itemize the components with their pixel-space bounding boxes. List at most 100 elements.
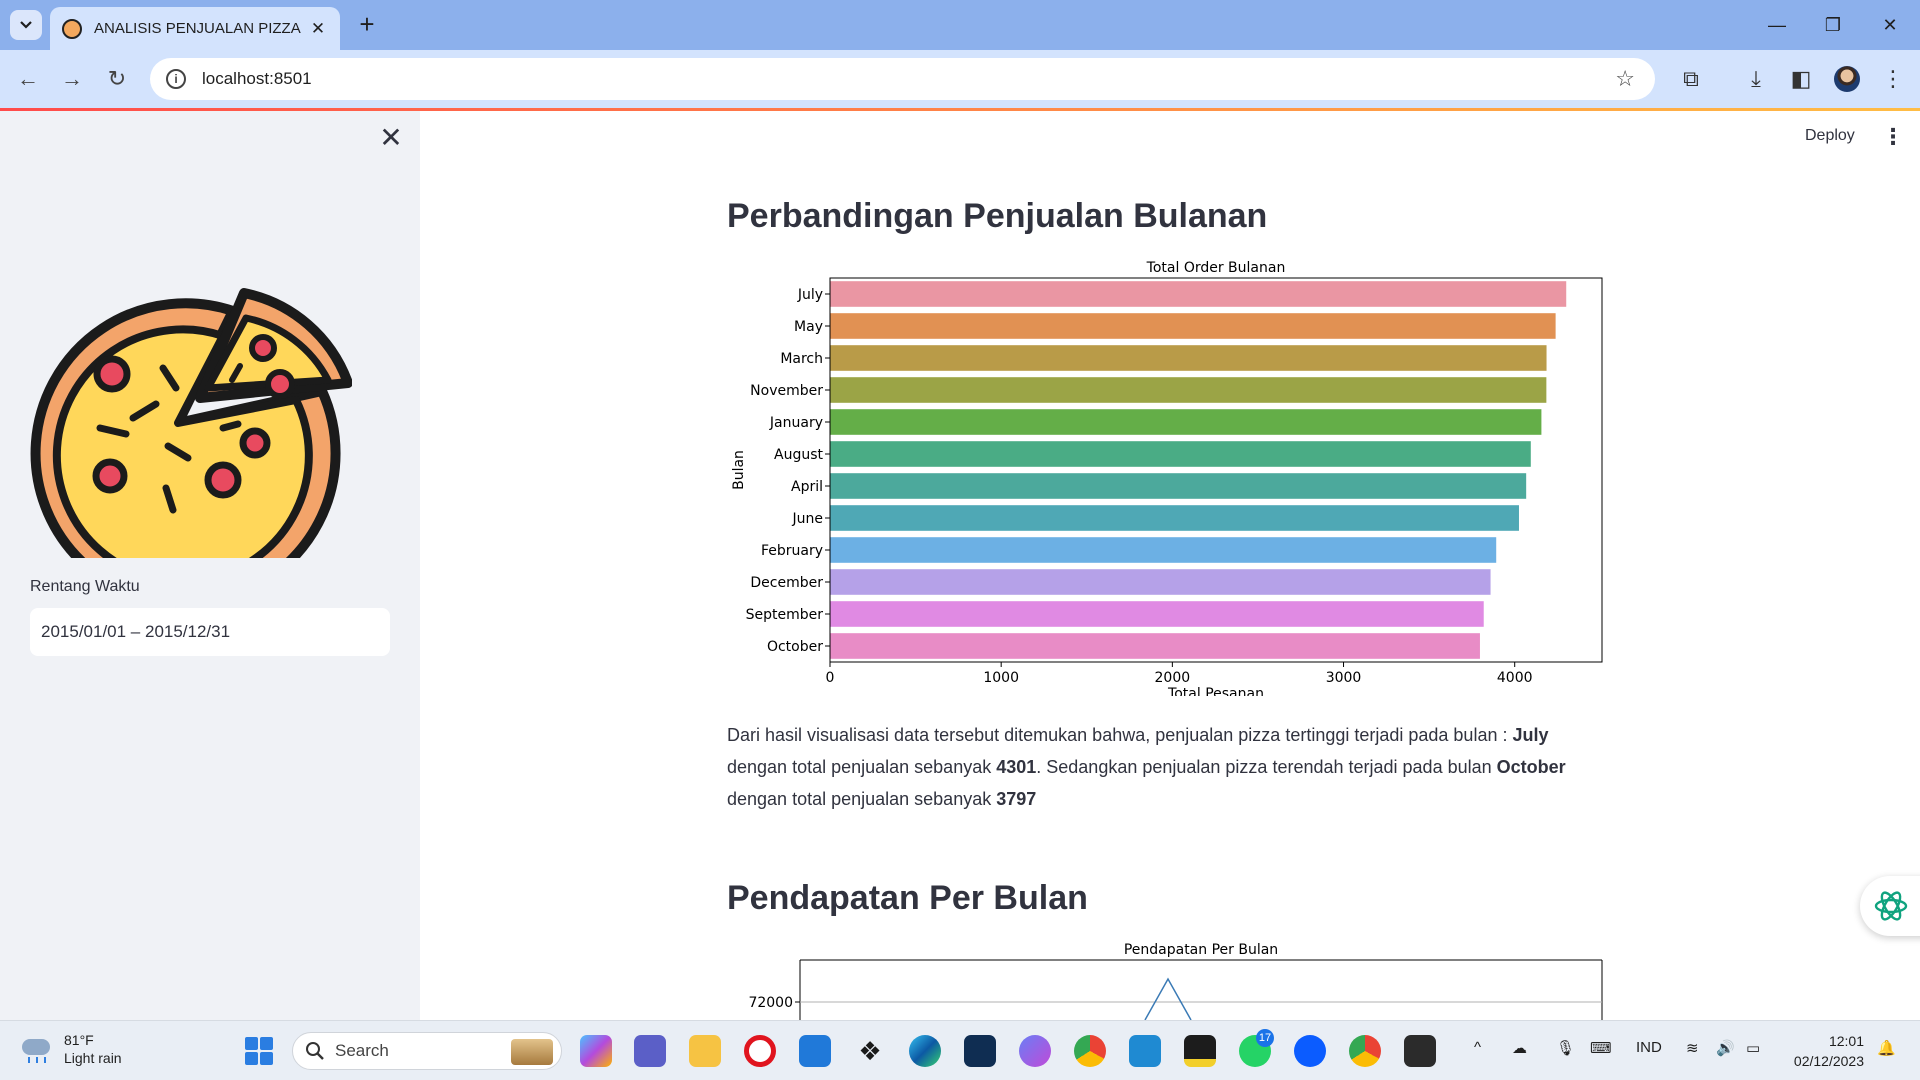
bookmark-star-icon[interactable]: ☆ xyxy=(1615,66,1635,92)
pizza-favicon-icon xyxy=(62,18,82,39)
store-icon[interactable] xyxy=(964,1035,996,1067)
ai-assistant-icon xyxy=(1874,891,1908,921)
y-tick-label: October xyxy=(767,639,823,655)
y-tick-label: May xyxy=(794,319,823,335)
monthly-orders-chart: Total Order Bulanan July May March November J… xyxy=(731,260,1603,696)
teams-icon[interactable] xyxy=(634,1035,666,1067)
tab-search-button[interactable] xyxy=(10,10,42,40)
bar-january xyxy=(830,409,1542,435)
dropbox-icon[interactable]: ❖ xyxy=(854,1035,886,1067)
reload-icon[interactable]: ↻ xyxy=(100,62,134,96)
x-tick-label: 0 xyxy=(826,670,835,686)
bar-october xyxy=(830,633,1480,659)
y-tick-label: 72000 xyxy=(748,995,793,1011)
terminal-icon[interactable] xyxy=(1404,1035,1436,1067)
url-text: localhost:8501 xyxy=(202,69,312,88)
chrome-active-icon[interactable] xyxy=(1349,1035,1381,1067)
sidebar: ✕ Rentang Waktu 2015/01/01 – 2015/12/31 xyxy=(0,111,420,1020)
summary-text-4: dengan total penjualan sebanyak xyxy=(727,789,997,809)
edge-icon[interactable] xyxy=(909,1035,941,1067)
back-icon[interactable]: ← xyxy=(11,62,45,96)
windows-start-icon[interactable] xyxy=(245,1037,273,1065)
browser-tab[interactable]: ANALISIS PENJUALAN PIZZA ✕ xyxy=(50,7,340,50)
y-tick-label: March xyxy=(780,351,823,367)
summary-highest-value: 4301 xyxy=(996,757,1037,777)
search-icon xyxy=(306,1042,324,1060)
profile-avatar[interactable] xyxy=(1834,66,1860,92)
browser-menu-icon[interactable]: ⋮ xyxy=(1876,62,1910,96)
sidebar-close-icon[interactable]: ✕ xyxy=(378,124,404,152)
copilot-icon[interactable] xyxy=(580,1035,612,1067)
forward-icon[interactable]: → xyxy=(55,62,89,96)
x-tick-label: 1000 xyxy=(983,670,1019,686)
weather-desc: Light rain xyxy=(64,1050,122,1066)
whatsapp-badge: 17 xyxy=(1256,1029,1274,1047)
site-info-icon[interactable]: i xyxy=(166,69,186,89)
y-tick-label: June xyxy=(792,511,824,527)
address-bar[interactable]: i localhost:8501 ☆ xyxy=(150,58,1655,100)
vscode-icon[interactable] xyxy=(1129,1035,1161,1067)
clock[interactable]: 12:01 02/12/2023 xyxy=(1784,1031,1864,1071)
monthly-revenue-chart: Pendapatan Per Bulan 72000 xyxy=(748,942,1603,1020)
date-range-input[interactable]: 2015/01/01 – 2015/12/31 xyxy=(30,608,390,656)
app-icon[interactable] xyxy=(1019,1035,1051,1067)
x-axis-label: Total Pesanan xyxy=(1167,686,1264,696)
battery-icon[interactable]: ▭ xyxy=(1746,1039,1760,1057)
app-menu-icon[interactable]: ⋮ xyxy=(1882,124,1904,150)
zoom-icon[interactable] xyxy=(1294,1035,1326,1067)
clock-date: 02/12/2023 xyxy=(1793,1053,1864,1069)
x-tick-label: 3000 xyxy=(1326,670,1362,686)
side-panel-icon[interactable]: ◧ xyxy=(1784,62,1818,96)
assistant-button[interactable] xyxy=(1860,876,1920,936)
wifi-icon[interactable]: ≋ xyxy=(1686,1039,1699,1057)
new-tab-button[interactable]: + xyxy=(352,10,382,40)
y-tick-label: February xyxy=(761,543,823,559)
revenue-line xyxy=(1144,977,1192,1020)
restore-icon[interactable]: ❐ xyxy=(1813,10,1853,40)
y-tick-label: August xyxy=(774,447,824,463)
y-axis-label: Bulan xyxy=(731,450,747,490)
bar-may xyxy=(830,313,1556,339)
window-close-icon[interactable]: ✕ xyxy=(1870,10,1910,40)
opera-icon[interactable] xyxy=(744,1035,776,1067)
tray-overflow-icon[interactable]: ^ xyxy=(1474,1039,1481,1056)
bar-june xyxy=(830,505,1519,531)
bar-december xyxy=(830,569,1491,595)
browser-toolbar: ← → ↻ i localhost:8501 ☆ ⧉ ⤓ ◧ ⋮ xyxy=(0,50,1920,108)
bar-july xyxy=(830,281,1567,307)
windows-taskbar: 81°F Light rain Search ❖ 17 ^ ☁ 🎙 ⌨ IND … xyxy=(0,1020,1920,1080)
tab-title: ANALISIS PENJUALAN PIZZA xyxy=(94,20,301,37)
summary-text-1: Dari hasil visualisasi data tersebut dit… xyxy=(727,725,1513,745)
mail-icon[interactable] xyxy=(799,1035,831,1067)
sticky-notes-icon[interactable] xyxy=(1184,1035,1216,1067)
onedrive-icon[interactable]: ☁ xyxy=(1512,1039,1527,1057)
language-indicator[interactable]: IND xyxy=(1636,1039,1662,1056)
summary-text-2: dengan total penjualan sebanyak xyxy=(727,757,997,777)
microphone-icon[interactable]: 🎙 xyxy=(1556,1039,1575,1057)
keyboard-icon[interactable]: ⌨ xyxy=(1590,1039,1612,1057)
taskbar-search[interactable]: Search xyxy=(292,1032,562,1070)
file-explorer-icon[interactable] xyxy=(689,1035,721,1067)
minimize-icon[interactable]: — xyxy=(1757,10,1797,40)
x-tick-label: 4000 xyxy=(1497,670,1533,686)
chevron-down-icon xyxy=(20,21,32,29)
deploy-button[interactable]: Deploy xyxy=(1805,127,1855,145)
y-tick-label: April xyxy=(791,479,823,495)
weather-widget[interactable]: 81°F Light rain xyxy=(20,1031,122,1067)
date-range-label: Rentang Waktu xyxy=(30,578,140,595)
y-tick-label: January xyxy=(769,415,823,431)
browser-tab-bar: ANALISIS PENJUALAN PIZZA ✕ + — ❐ ✕ xyxy=(0,0,1920,50)
x-tick-label: 2000 xyxy=(1155,670,1191,686)
section-title-monthly-revenue: Pendapatan Per Bulan xyxy=(727,879,1088,917)
y-tick-label: July xyxy=(797,287,823,303)
download-icon[interactable]: ⤓ xyxy=(1739,62,1773,96)
tab-close-icon[interactable]: ✕ xyxy=(308,19,328,39)
extensions-icon[interactable]: ⧉ xyxy=(1674,62,1708,96)
y-tick-label: December xyxy=(750,575,823,591)
chart2-title: Pendapatan Per Bulan xyxy=(1124,942,1278,958)
volume-icon[interactable]: 🔊 xyxy=(1716,1039,1735,1057)
notification-bell-icon[interactable]: 🔔 xyxy=(1877,1039,1896,1057)
search-placeholder: Search xyxy=(335,1041,389,1060)
chrome-icon[interactable] xyxy=(1074,1035,1106,1067)
bar-august xyxy=(830,441,1531,467)
